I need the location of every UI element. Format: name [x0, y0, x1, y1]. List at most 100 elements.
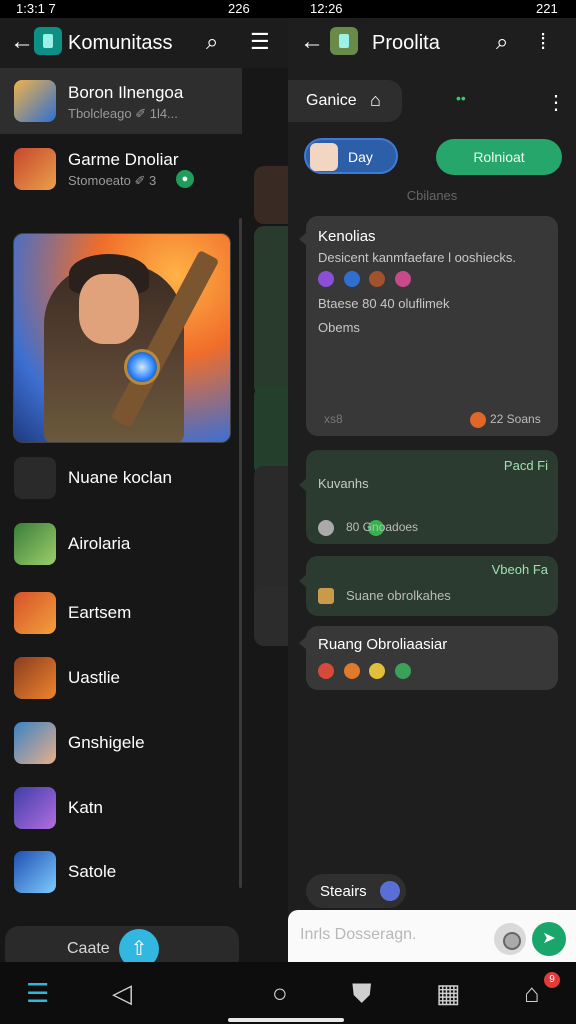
status-extra-left: 226	[228, 1, 250, 16]
list-item[interactable]: Katn	[0, 776, 242, 838]
calendar-icon[interactable]: ▦	[436, 978, 461, 1009]
game-icon	[14, 592, 56, 634]
list-item[interactable]: Boron Ilnengoa Tbolcleago ✐ 1l4...	[0, 68, 242, 134]
send-icon[interactable]: ➤	[532, 922, 566, 956]
notification-badge: 9	[544, 972, 560, 988]
hero-face	[79, 274, 139, 344]
day-filter-button[interactable]: Day	[304, 138, 398, 174]
status-bar: 1:3:1 7 226 12:26 221	[0, 0, 576, 18]
message-text: Kuvanhs	[318, 476, 369, 491]
more-vertical-icon[interactable]: ⋮	[546, 90, 566, 115]
list-icon[interactable]: ☰	[26, 978, 49, 1009]
game-icon	[14, 457, 56, 499]
message-author: Kenolias	[318, 228, 376, 245]
list-item[interactable]: Airolaria	[0, 512, 242, 574]
status-extra-right: 221	[536, 1, 558, 16]
list-item-label: Uastlie	[68, 668, 120, 687]
create-label: Caate	[67, 940, 110, 957]
status-time-left: 1:3:1 7	[16, 1, 56, 16]
app-logo-icon	[34, 27, 62, 55]
message-bubble[interactable]: Kenolias Desicent kanmfaefare l ooshieck…	[299, 216, 558, 436]
chat-title: Proolita	[372, 32, 440, 54]
message-meta: xs8	[324, 412, 343, 426]
peek-panel	[248, 86, 288, 976]
tray-icon: ⌂	[370, 90, 381, 110]
reaction-icon[interactable]	[470, 412, 486, 428]
search-icon[interactable]: ⌕	[496, 29, 508, 55]
suggestion-chip[interactable]: Steairs	[306, 874, 406, 908]
featured-banner-image[interactable]	[13, 233, 231, 443]
message-text: Btaese 80 40 oluflimek	[318, 296, 450, 311]
list-item-label: Satole	[68, 862, 117, 881]
bubble-tail	[299, 232, 307, 246]
shield-icon[interactable]: ⛊	[352, 978, 372, 1010]
list-item[interactable]: Garme Dnoliar Stomoeato ✐ 3 ●	[0, 136, 242, 202]
arrow-left-icon[interactable]: ←	[10, 28, 34, 56]
join-button[interactable]: Rolnioat	[436, 139, 562, 175]
online-badge-icon: ●	[176, 170, 194, 188]
home-circle-icon[interactable]: ○	[272, 978, 288, 1009]
list-item-label: Gnshigele	[68, 733, 145, 752]
chip-label: Steairs	[320, 883, 367, 900]
game-icon	[14, 787, 56, 829]
hamburger-icon[interactable]: ☰	[250, 29, 270, 55]
search-icon[interactable]: ⌕	[206, 29, 218, 55]
list-item[interactable]: Satole	[0, 840, 242, 902]
message-bubble[interactable]: Ruang Obroliaasiar	[299, 626, 558, 690]
arrow-left-icon[interactable]: ←	[300, 28, 324, 56]
game-icon	[14, 722, 56, 764]
right-header: ← Proolita ⌕ ⁞	[288, 18, 576, 68]
section-label: Cbilanes	[406, 188, 458, 203]
emoji-icon	[343, 662, 360, 679]
left-header: ← Komunitass ⌕ ☰	[0, 18, 288, 68]
list-item[interactable]: Eartsem	[0, 581, 242, 643]
peek-card	[254, 586, 288, 646]
peek-card	[254, 166, 288, 224]
peek-card	[254, 226, 288, 396]
play-icon[interactable]	[318, 520, 334, 536]
message-text: Desicent kanmfaefare l ooshiecks.	[318, 250, 516, 265]
grid-dots-icon[interactable]: ⁞	[540, 29, 546, 55]
globe-icon	[380, 881, 400, 901]
emoji-row	[318, 662, 417, 679]
back-triangle-icon[interactable]: ◁	[112, 978, 132, 1009]
message-bubble[interactable]: Pacd Fi Kuvanhs 80 Gnoadoes	[299, 450, 558, 544]
emoji-icon	[343, 270, 360, 287]
emoji-row	[318, 270, 417, 287]
home-indicator[interactable]	[228, 1018, 344, 1022]
join-label: Rolnioat	[473, 149, 525, 165]
list-item[interactable]: Uastlie	[0, 646, 242, 708]
community-name: Boron Ilnengoa	[68, 83, 184, 102]
list-item-label: Katn	[68, 798, 103, 817]
list-item[interactable]: Nuane koclan	[0, 446, 242, 508]
message-composer: ➤	[288, 910, 576, 968]
message-text: Obems	[318, 320, 360, 335]
avatar	[310, 143, 338, 171]
list-item-label: Nuane koclan	[68, 468, 172, 487]
game-icon	[14, 523, 56, 565]
bottom-navigation: ☰ ◁ ○ ⛊ ▦ ⌂ 9	[0, 962, 576, 1024]
emoji-icon	[318, 270, 334, 287]
emoji-icon	[394, 270, 411, 287]
message-input[interactable]	[300, 926, 490, 944]
message-tag: Pacd Fi	[503, 458, 548, 473]
message-bubble[interactable]: Vbeoh Fa Suane obrolkahes	[299, 556, 558, 616]
page-title: Komunitass	[68, 32, 173, 54]
avatar	[14, 80, 56, 122]
message-author: Ruang Obroliaasiar	[318, 636, 448, 653]
community-subtitle: Tbolcleago ✐ 1l4...	[68, 106, 178, 121]
camera-icon[interactable]	[494, 923, 526, 955]
emoji-icon	[394, 662, 411, 679]
avatar	[14, 148, 56, 190]
message-text: Suane obrolkahes	[346, 588, 451, 603]
list-item[interactable]: Gnshigele	[0, 711, 242, 773]
bubble-tail	[299, 574, 307, 588]
game-icon	[14, 657, 56, 699]
day-label: Day	[348, 149, 373, 165]
scrollbar[interactable]	[239, 218, 242, 888]
profile-icon[interactable]: ⌂	[524, 978, 540, 1009]
channel-label: Ganice	[306, 92, 357, 109]
emoji-icon	[318, 662, 334, 679]
channel-pill[interactable]: Ganice ⌂	[288, 80, 402, 122]
status-dots-icon: ••	[456, 90, 466, 106]
